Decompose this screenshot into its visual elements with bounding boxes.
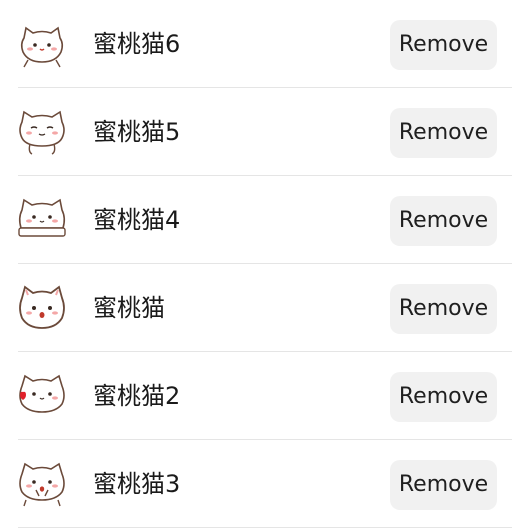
- peach-cat-icon: [16, 460, 68, 508]
- peach-cat-icon: [16, 196, 68, 244]
- remove-button[interactable]: Remove: [390, 372, 497, 422]
- list-item: 蜜桃猫4 Remove: [0, 176, 512, 264]
- peach-cat-icon: [16, 20, 68, 68]
- remove-button[interactable]: Remove: [390, 460, 497, 510]
- sticker-pack-list: 蜜桃猫6 Remove 蜜桃猫5 Remove 蜜桃猫4 Remove 蜜桃猫 …: [0, 0, 512, 530]
- peach-cat-icon: [16, 284, 68, 332]
- sticker-pack-name: 蜜桃猫2: [93, 382, 181, 410]
- sticker-pack-name: 蜜桃猫: [93, 294, 165, 322]
- peach-cat-icon: [16, 108, 68, 156]
- sticker-pack-name: 蜜桃猫6: [93, 30, 181, 58]
- peach-cat-icon: [16, 372, 68, 420]
- list-item: 蜜桃猫2 Remove: [0, 352, 512, 440]
- remove-button[interactable]: Remove: [390, 284, 497, 334]
- sticker-pack-name: 蜜桃猫4: [93, 206, 181, 234]
- remove-button[interactable]: Remove: [390, 20, 497, 70]
- sticker-pack-name: 蜜桃猫3: [93, 470, 181, 498]
- list-item: 蜜桃猫6 Remove: [0, 0, 512, 88]
- list-item: 蜜桃猫5 Remove: [0, 88, 512, 176]
- list-item: 蜜桃猫3 Remove: [0, 440, 512, 528]
- sticker-pack-name: 蜜桃猫5: [93, 118, 181, 146]
- remove-button[interactable]: Remove: [390, 196, 497, 246]
- remove-button[interactable]: Remove: [390, 108, 497, 158]
- list-item: 蜜桃猫 Remove: [0, 264, 512, 352]
